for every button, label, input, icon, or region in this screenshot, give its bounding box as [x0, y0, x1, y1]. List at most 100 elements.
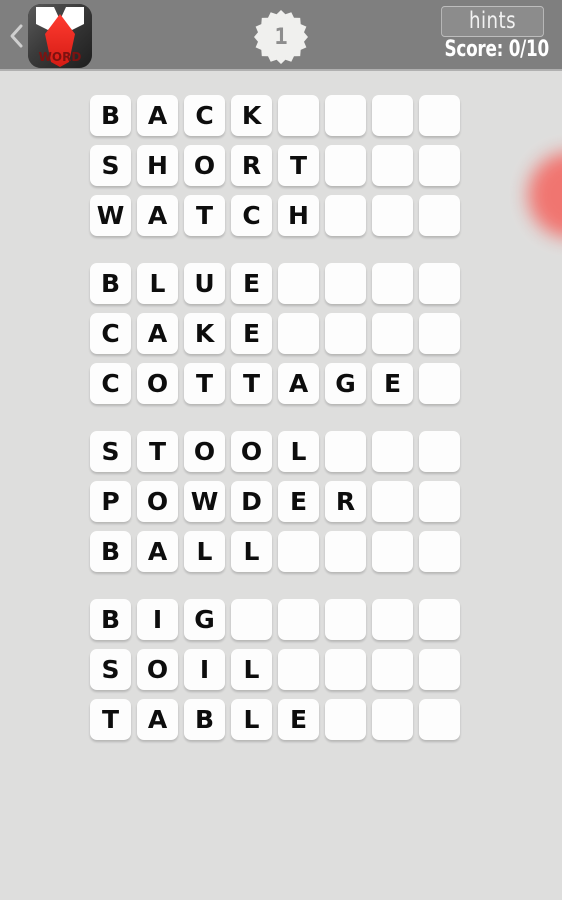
letter-tile-empty[interactable]	[325, 699, 366, 740]
letter-tile[interactable]: T	[184, 195, 225, 236]
letter-tile-empty[interactable]	[419, 263, 460, 304]
letter-tile-empty[interactable]	[325, 531, 366, 572]
letter-tile[interactable]: A	[137, 313, 178, 354]
letter-tile[interactable]: L	[184, 531, 225, 572]
letter-tile-empty[interactable]	[419, 195, 460, 236]
letter-tile[interactable]: O	[137, 363, 178, 404]
letter-tile[interactable]: A	[137, 195, 178, 236]
letter-tile[interactable]: O	[137, 649, 178, 690]
app-logo[interactable]: WORD	[28, 4, 92, 68]
letter-tile-empty[interactable]	[278, 95, 319, 136]
letter-tile-empty[interactable]	[372, 263, 413, 304]
letter-tile[interactable]: R	[231, 145, 272, 186]
letter-tile[interactable]: R	[325, 481, 366, 522]
letter-tile[interactable]: O	[231, 431, 272, 472]
letter-tile-empty[interactable]	[325, 649, 366, 690]
letter-tile[interactable]: A	[278, 363, 319, 404]
letter-tile-empty[interactable]	[325, 599, 366, 640]
letter-tile[interactable]: E	[231, 263, 272, 304]
letter-tile-empty[interactable]	[419, 95, 460, 136]
letter-tile-empty[interactable]	[325, 263, 366, 304]
letter-tile-empty[interactable]	[278, 531, 319, 572]
letter-tile-empty[interactable]	[325, 95, 366, 136]
letter-tile[interactable]: S	[90, 649, 131, 690]
letter-tile[interactable]: W	[184, 481, 225, 522]
letter-tile[interactable]: E	[278, 481, 319, 522]
letter-tile[interactable]: T	[278, 145, 319, 186]
letter-tile[interactable]: T	[137, 431, 178, 472]
letter-tile[interactable]: K	[184, 313, 225, 354]
letter-tile-empty[interactable]	[372, 481, 413, 522]
letter-tile[interactable]: L	[231, 649, 272, 690]
hints-button[interactable]: hints	[441, 6, 544, 37]
letter-tile-empty[interactable]	[419, 649, 460, 690]
letter-tile[interactable]: I	[137, 599, 178, 640]
back-button[interactable]	[4, 20, 30, 52]
letter-tile[interactable]: H	[278, 195, 319, 236]
letter-tile[interactable]: L	[278, 431, 319, 472]
letter-tile[interactable]: T	[231, 363, 272, 404]
letter-tile[interactable]: C	[90, 363, 131, 404]
letter-tile[interactable]: B	[90, 531, 131, 572]
letter-tile[interactable]: C	[90, 313, 131, 354]
letter-tile[interactable]: T	[90, 699, 131, 740]
letter-tile-empty[interactable]	[372, 313, 413, 354]
letter-tile[interactable]: A	[137, 95, 178, 136]
letter-tile-empty[interactable]	[419, 431, 460, 472]
letter-tile[interactable]: H	[137, 145, 178, 186]
letter-tile-empty[interactable]	[372, 195, 413, 236]
letter-tile[interactable]: S	[90, 431, 131, 472]
level-badge[interactable]: 1	[252, 8, 310, 66]
letter-tile[interactable]: T	[184, 363, 225, 404]
letter-tile-empty[interactable]	[372, 531, 413, 572]
letter-tile[interactable]: A	[137, 699, 178, 740]
letter-tile[interactable]: B	[90, 599, 131, 640]
letter-tile-empty[interactable]	[419, 531, 460, 572]
letter-tile[interactable]: C	[184, 95, 225, 136]
letter-tile[interactable]: E	[372, 363, 413, 404]
letter-tile-empty[interactable]	[372, 699, 413, 740]
letter-tile-empty[interactable]	[325, 313, 366, 354]
letter-tile[interactable]: B	[90, 95, 131, 136]
letter-tile-empty[interactable]	[325, 145, 366, 186]
letter-tile-empty[interactable]	[278, 263, 319, 304]
letter-tile[interactable]: L	[231, 699, 272, 740]
letter-tile[interactable]: U	[184, 263, 225, 304]
letter-tile-empty[interactable]	[419, 313, 460, 354]
letter-tile[interactable]: O	[184, 145, 225, 186]
letter-tile[interactable]: B	[90, 263, 131, 304]
letter-tile[interactable]: O	[137, 481, 178, 522]
letter-tile-empty[interactable]	[372, 431, 413, 472]
letter-tile-empty[interactable]	[372, 649, 413, 690]
letter-tile[interactable]: S	[90, 145, 131, 186]
letter-tile-empty[interactable]	[372, 95, 413, 136]
letter-tile-empty[interactable]	[419, 145, 460, 186]
letter-tile-empty[interactable]	[325, 431, 366, 472]
letter-tile[interactable]: W	[90, 195, 131, 236]
letter-tile-empty[interactable]	[419, 599, 460, 640]
letter-tile-empty[interactable]	[419, 363, 460, 404]
letter-tile[interactable]: I	[184, 649, 225, 690]
letter-tile[interactable]: E	[278, 699, 319, 740]
letter-tile[interactable]: O	[184, 431, 225, 472]
letter-tile-empty[interactable]	[419, 699, 460, 740]
letter-tile-empty[interactable]	[278, 649, 319, 690]
letter-tile-empty[interactable]	[278, 599, 319, 640]
letter-tile[interactable]: C	[231, 195, 272, 236]
letter-tile[interactable]: P	[90, 481, 131, 522]
letter-tile[interactable]: B	[184, 699, 225, 740]
letter-tile-empty[interactable]	[372, 599, 413, 640]
letter-tile-empty[interactable]	[278, 313, 319, 354]
letter-tile[interactable]: L	[231, 531, 272, 572]
letter-tile-empty[interactable]	[372, 145, 413, 186]
letter-tile[interactable]: G	[325, 363, 366, 404]
letter-tile[interactable]: K	[231, 95, 272, 136]
letter-tile[interactable]: E	[231, 313, 272, 354]
letter-tile-empty[interactable]	[419, 481, 460, 522]
letter-tile-empty[interactable]	[231, 599, 272, 640]
letter-tile[interactable]: L	[137, 263, 178, 304]
letter-tile[interactable]: A	[137, 531, 178, 572]
letter-tile[interactable]: D	[231, 481, 272, 522]
letter-tile-empty[interactable]	[325, 195, 366, 236]
letter-tile[interactable]: G	[184, 599, 225, 640]
